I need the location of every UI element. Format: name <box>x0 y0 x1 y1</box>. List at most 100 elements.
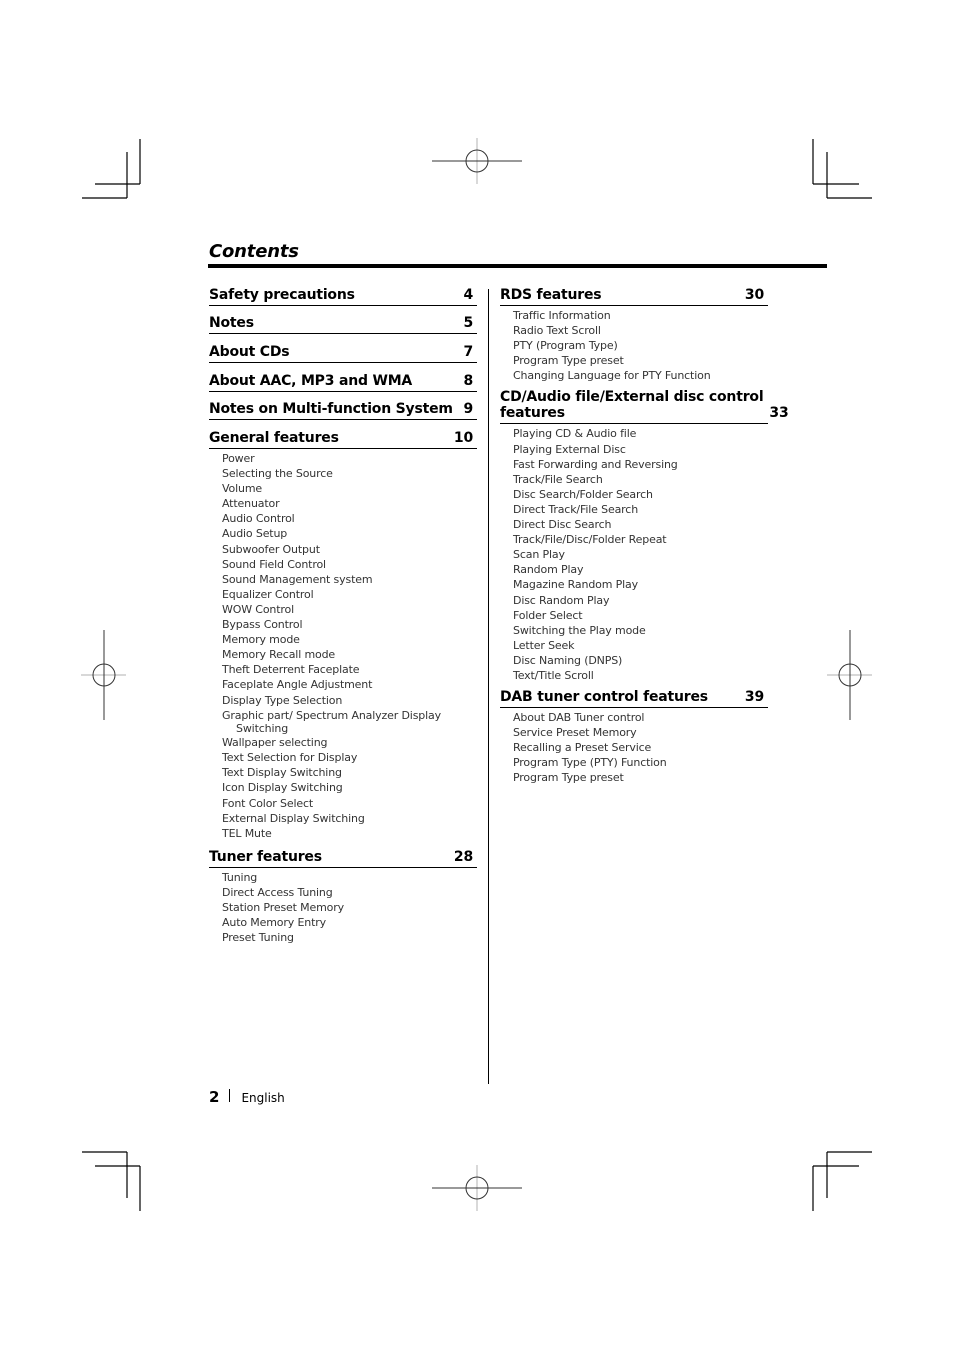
section-heading[interactable]: DAB tuner control features 39 <box>500 689 768 709</box>
toc-item[interactable]: Service Preset Memory <box>513 725 768 740</box>
toc-item[interactable]: Text/Title Scroll <box>513 668 768 683</box>
toc-item[interactable]: Selecting the Source <box>222 466 477 481</box>
toc-item-line2: Switching <box>236 721 289 735</box>
registration-mark-top <box>432 138 522 184</box>
section-heading[interactable]: General features 10 <box>209 430 477 449</box>
toc-item[interactable]: Audio Control <box>222 511 477 526</box>
toc-item[interactable]: Audio Setup <box>222 526 477 541</box>
toc-section-rds-features[interactable]: RDS features 30 Traffic Information Radi… <box>500 287 768 383</box>
section-title[interactable]: About AAC, MP3 and WMA <box>209 373 463 389</box>
section-heading[interactable]: About AAC, MP3 and WMA 8 <box>209 373 477 392</box>
page-title: Contents <box>209 241 299 262</box>
section-heading[interactable]: Safety precautions 4 <box>209 287 477 306</box>
toc-item[interactable]: Fast Forwarding and Reversing <box>513 457 768 472</box>
toc-item[interactable]: Changing Language for PTY Function <box>513 368 768 383</box>
toc-item[interactable]: Program Type preset <box>513 770 768 785</box>
toc-item[interactable]: Auto Memory Entry <box>222 915 477 930</box>
toc-section-about-cds[interactable]: About CDs 7 <box>209 344 477 363</box>
toc-section-notes[interactable]: Notes 5 <box>209 315 477 334</box>
subsection-list: Power Selecting the Source Volume Attenu… <box>209 449 477 841</box>
footer-language: English <box>241 1091 285 1105</box>
section-title[interactable]: Notes <box>209 315 463 331</box>
toc-item[interactable]: Display Type Selection <box>222 693 477 708</box>
toc-item[interactable]: TEL Mute <box>222 826 477 841</box>
toc-item[interactable]: Subwoofer Output <box>222 542 477 557</box>
section-heading[interactable]: Notes 5 <box>209 315 477 334</box>
toc-section-tuner-features[interactable]: Tuner features 28 Tuning Direct Access T… <box>209 849 477 945</box>
toc-item[interactable]: Equalizer Control <box>222 587 477 602</box>
toc-item[interactable]: Program Type preset <box>513 353 768 368</box>
crop-mark-bottom-right <box>812 1151 872 1211</box>
toc-item[interactable]: Recalling a Preset Service <box>513 740 768 755</box>
section-page: 4 <box>463 287 473 303</box>
title-rule <box>208 264 827 268</box>
section-title[interactable]: Tuner features <box>209 849 454 865</box>
section-title[interactable]: About CDs <box>209 344 463 360</box>
section-heading[interactable]: About CDs 7 <box>209 344 477 363</box>
toc-item[interactable]: Playing External Disc <box>513 442 768 457</box>
toc-section-about-aac-mp3-wma[interactable]: About AAC, MP3 and WMA 8 <box>209 373 477 392</box>
section-title[interactable]: RDS features <box>500 287 745 303</box>
toc-item[interactable]: Disc Naming (DNPS) <box>513 653 768 668</box>
section-title[interactable]: CD/Audio file/External disc control feat… <box>500 389 769 421</box>
toc-item[interactable]: Disc Search/Folder Search <box>513 487 768 502</box>
toc-section-general-features[interactable]: General features 10 Power Selecting the … <box>209 430 477 841</box>
section-title-line2: features <box>500 405 565 422</box>
toc-item[interactable]: Track/File Search <box>513 472 768 487</box>
section-heading[interactable]: CD/Audio file/External disc control feat… <box>500 389 789 425</box>
toc-item[interactable]: Wallpaper selecting <box>222 735 477 750</box>
toc-item[interactable]: Folder Select <box>513 608 768 623</box>
toc-item[interactable]: Font Color Select <box>222 796 477 811</box>
toc-item[interactable]: Tuning <box>222 870 477 885</box>
toc-item[interactable]: External Display Switching <box>222 811 477 826</box>
toc-item[interactable]: WOW Control <box>222 602 477 617</box>
toc-item[interactable]: Graphic part/ Spectrum Analyzer Display … <box>222 708 477 736</box>
toc-item[interactable]: Radio Text Scroll <box>513 323 768 338</box>
toc-item[interactable]: Direct Access Tuning <box>222 885 477 900</box>
subsection-list: Traffic Information Radio Text Scroll PT… <box>500 306 768 383</box>
toc-item[interactable]: Theft Deterrent Faceplate <box>222 662 477 677</box>
toc-item[interactable]: Sound Management system <box>222 572 477 587</box>
section-title[interactable]: General features <box>209 430 454 446</box>
toc-item[interactable]: Faceplate Angle Adjustment <box>222 677 477 692</box>
toc-item[interactable]: Power <box>222 451 477 466</box>
registration-mark-bottom <box>432 1165 522 1211</box>
toc-section-safety-precautions[interactable]: Safety precautions 4 <box>209 287 477 306</box>
toc-section-multi-function-system[interactable]: Notes on Multi-function System 9 <box>209 401 477 420</box>
toc-item[interactable]: Random Play <box>513 562 768 577</box>
section-heading[interactable]: RDS features 30 <box>500 287 768 306</box>
section-title-line1: CD/Audio file/External disc control <box>500 389 764 406</box>
toc-item[interactable]: Disc Random Play <box>513 593 768 608</box>
section-title[interactable]: Notes on Multi-function System <box>209 401 463 417</box>
toc-item[interactable]: Magazine Random Play <box>513 577 768 592</box>
toc-item[interactable]: PTY (Program Type) <box>513 338 768 353</box>
toc-item[interactable]: Text Selection for Display <box>222 750 477 765</box>
section-heading[interactable]: Tuner features 28 <box>209 849 477 868</box>
toc-item[interactable]: Memory Recall mode <box>222 647 477 662</box>
toc-item[interactable]: Scan Play <box>513 547 768 562</box>
toc-item[interactable]: Bypass Control <box>222 617 477 632</box>
toc-item[interactable]: Program Type (PTY) Function <box>513 755 768 770</box>
toc-item[interactable]: About DAB Tuner control <box>513 710 768 725</box>
toc-item[interactable]: Playing CD & Audio file <box>513 426 768 441</box>
toc-item[interactable]: Text Display Switching <box>222 765 477 780</box>
section-title[interactable]: DAB tuner control features <box>500 689 745 705</box>
toc-section-dab-tuner-control[interactable]: DAB tuner control features 39 About DAB … <box>500 689 768 785</box>
toc-item[interactable]: Volume <box>222 481 477 496</box>
section-heading[interactable]: Notes on Multi-function System 9 <box>209 401 477 420</box>
toc-item[interactable]: Icon Display Switching <box>222 780 477 795</box>
toc-item[interactable]: Attenuator <box>222 496 477 511</box>
toc-item[interactable]: Station Preset Memory <box>222 900 477 915</box>
section-title[interactable]: Safety precautions <box>209 287 463 303</box>
toc-item[interactable]: Traffic Information <box>513 308 768 323</box>
toc-item[interactable]: Sound Field Control <box>222 557 477 572</box>
toc-item[interactable]: Letter Seek <box>513 638 768 653</box>
toc-item[interactable]: Memory mode <box>222 632 477 647</box>
toc-item[interactable]: Switching the Play mode <box>513 623 768 638</box>
toc-section-cd-audio-external-disc[interactable]: CD/Audio file/External disc control feat… <box>500 389 789 683</box>
toc-item[interactable]: Direct Track/File Search <box>513 502 768 517</box>
toc-item[interactable]: Track/File/Disc/Folder Repeat <box>513 532 768 547</box>
toc-item[interactable]: Preset Tuning <box>222 930 477 945</box>
toc-left-column: Safety precautions 4 Notes 5 About CDs 7… <box>209 287 477 945</box>
toc-item[interactable]: Direct Disc Search <box>513 517 768 532</box>
